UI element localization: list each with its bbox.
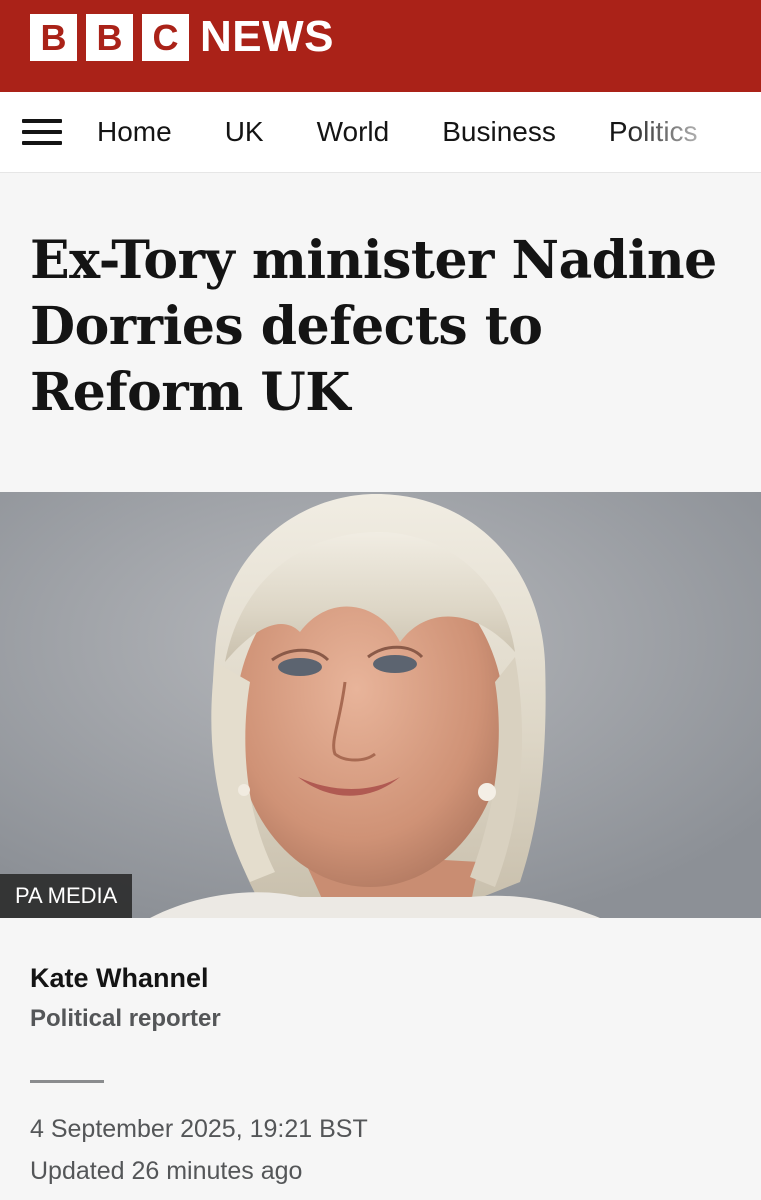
updated-time: Updated 26 minutes ago <box>30 1157 303 1185</box>
nav-item-business[interactable]: Business <box>442 116 556 148</box>
nav-item-home[interactable]: Home <box>97 116 172 148</box>
byline-divider <box>30 1080 104 1083</box>
nav-items: Home UK World Business Politics <box>97 92 751 172</box>
article-headline: Ex-Tory minister Nadine Dorries defects … <box>30 230 717 423</box>
nav-bar: Home UK World Business Politics <box>0 92 761 173</box>
news-wordmark[interactable]: NEWS <box>200 12 334 62</box>
nav-item-uk[interactable]: UK <box>225 116 264 148</box>
hero-image: PA MEDIA <box>0 492 761 918</box>
logo-block-c: C <box>142 14 189 61</box>
portrait-illustration <box>0 492 761 918</box>
author-role: Political reporter <box>30 1005 221 1032</box>
nav-item-world[interactable]: World <box>317 116 390 148</box>
author-name[interactable]: Kate Whannel <box>30 963 209 994</box>
logo-block-b1: B <box>30 14 77 61</box>
nav-item-politics[interactable]: Politics <box>609 116 698 148</box>
image-credit: PA MEDIA <box>0 874 133 918</box>
logo-block-b2: B <box>86 14 133 61</box>
masthead: B B C NEWS <box>0 0 761 92</box>
bbc-logo[interactable]: B B C <box>30 14 189 61</box>
hamburger-menu-icon[interactable] <box>22 119 62 145</box>
publish-date: 4 September 2025, 19:21 BST <box>30 1115 368 1143</box>
